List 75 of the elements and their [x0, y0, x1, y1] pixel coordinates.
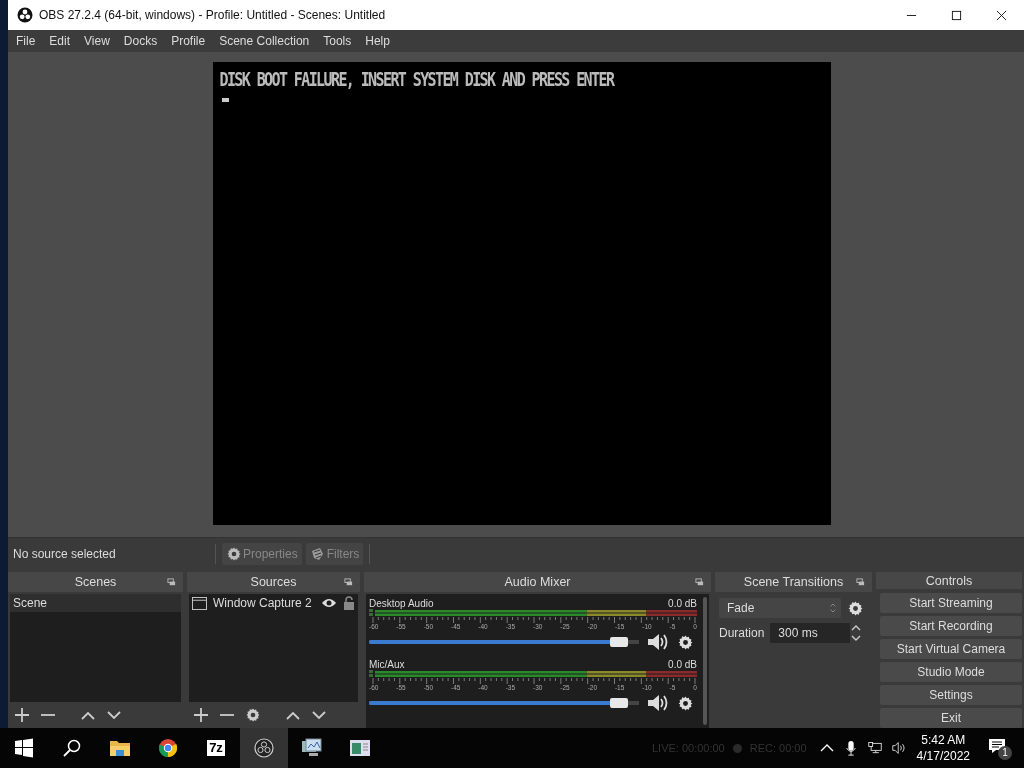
record-dot-icon [732, 743, 742, 753]
add-icon[interactable] [193, 707, 209, 723]
dock-header: Controls [876, 572, 1022, 589]
speaker-icon[interactable] [647, 694, 669, 712]
control-button[interactable]: Exit [880, 708, 1022, 728]
popout-icon[interactable] [695, 578, 704, 587]
filter-icon [309, 546, 326, 562]
folder-icon [109, 738, 131, 758]
notification-count: 1 [998, 746, 1012, 760]
menu-item[interactable]: Tools [316, 34, 359, 48]
volume-slider[interactable] [369, 637, 639, 647]
maximize-icon[interactable] [951, 9, 962, 21]
volume-slider[interactable] [369, 698, 639, 708]
control-button[interactable]: Start Recording [880, 616, 1022, 636]
menu-item[interactable]: Edit [42, 34, 78, 48]
settings-icon[interactable] [245, 707, 261, 723]
settings-icon[interactable] [677, 633, 694, 651]
search-icon [61, 738, 83, 758]
volume-icon[interactable] [891, 740, 906, 756]
slider-thumb[interactable] [610, 637, 629, 647]
eye-icon[interactable] [321, 597, 337, 609]
menu-item[interactable]: File [9, 34, 43, 48]
dock-header: Sources [187, 572, 360, 592]
channel-name: Desktop Audio [369, 598, 434, 609]
app-window-icon [349, 738, 371, 758]
taskbar-button[interactable]: 7z [192, 728, 240, 768]
popout-icon[interactable] [856, 578, 865, 587]
menu-item[interactable]: Profile [164, 34, 213, 48]
menu-item[interactable]: Scene Collection [212, 34, 317, 48]
scene-item[interactable]: Scene [10, 594, 181, 612]
windows-logo-icon [13, 738, 35, 758]
boot-message: DISK BOOT FAILURE, INSERT SYSTEM DISK AND PRESS ENTER [219, 68, 615, 91]
clock-time[interactable]: 5:42 AM [921, 732, 966, 748]
clock-date[interactable]: 4/17/2022 [916, 748, 970, 764]
text-cursor [221, 98, 229, 102]
dock-header: Scenes [8, 572, 183, 592]
close-icon[interactable] [996, 9, 1007, 21]
control-button[interactable]: Settings [880, 685, 1022, 705]
add-icon[interactable] [14, 707, 30, 723]
popout-icon[interactable] [167, 578, 176, 587]
gear-icon [226, 546, 242, 562]
spin-buttons-icon[interactable] [850, 623, 863, 643]
popout-icon[interactable] [344, 578, 353, 587]
monitor-chart-icon [301, 738, 323, 758]
source-item[interactable]: Window Capture 2 [189, 594, 358, 612]
duration-label: Duration [719, 626, 765, 640]
settings-icon[interactable] [847, 599, 864, 617]
slider-thumb[interactable] [610, 698, 629, 708]
circles-logo-icon [253, 738, 275, 758]
control-button[interactable]: Studio Mode [880, 662, 1022, 682]
taskbar-button[interactable] [240, 728, 288, 768]
volume-reading: 0.0 dB [668, 659, 697, 670]
network-icon[interactable] [867, 740, 882, 756]
window-icon [192, 596, 207, 610]
menu-item[interactable]: Docks [116, 34, 165, 48]
scrollbar[interactable] [703, 597, 707, 725]
lock-icon[interactable] [343, 596, 355, 610]
volume-reading: 0.0 dB [668, 598, 697, 609]
speaker-icon[interactable] [647, 633, 669, 651]
app-logo-icon [17, 7, 33, 23]
browser-icon [157, 738, 179, 758]
window-title: OBS 27.2.4 (64-bit, windows) - Profile: Untitled - Scenes: Untitled [39, 8, 387, 22]
microphone-icon[interactable] [843, 740, 858, 756]
duration-field[interactable]: 300 ms [770, 623, 851, 643]
menu-item[interactable]: View [77, 34, 117, 48]
control-button[interactable]: Start Streaming [880, 593, 1022, 613]
control-button[interactable]: Start Virtual Camera [880, 639, 1022, 659]
source-status: No source selected [13, 547, 117, 561]
dock-header: Scene Transitions [715, 572, 872, 592]
spinner-icon [829, 601, 837, 615]
menu-item[interactable]: Help [358, 34, 397, 48]
channel-name: Mic/Aux [369, 659, 405, 670]
dock-header: Audio Mixer [364, 572, 711, 592]
settings-icon[interactable] [677, 694, 694, 712]
transition-dropdown[interactable]: Fade [719, 598, 841, 618]
